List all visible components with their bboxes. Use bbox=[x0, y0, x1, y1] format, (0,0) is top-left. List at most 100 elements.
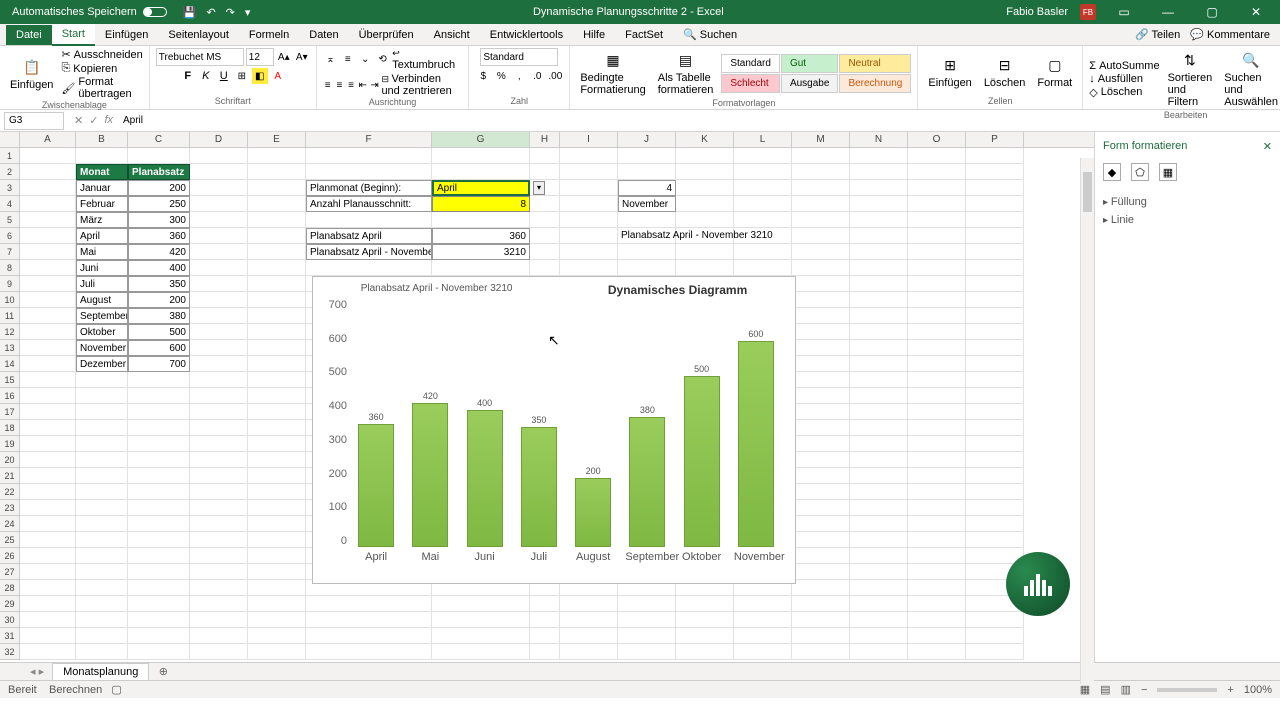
cell-N26[interactable] bbox=[850, 548, 908, 564]
cell-N28[interactable] bbox=[850, 580, 908, 596]
cell-O3[interactable] bbox=[908, 180, 966, 196]
bar-Juni[interactable] bbox=[467, 410, 503, 547]
cell-C19[interactable] bbox=[128, 436, 190, 452]
cell-O18[interactable] bbox=[908, 420, 966, 436]
cell-A13[interactable] bbox=[20, 340, 76, 356]
row-header-4[interactable]: 4 bbox=[0, 196, 20, 212]
cell-P12[interactable] bbox=[966, 324, 1024, 340]
cell-A20[interactable] bbox=[20, 452, 76, 468]
cell-E5[interactable] bbox=[248, 212, 306, 228]
tab-seitenlayout[interactable]: Seitenlayout bbox=[158, 25, 239, 45]
cell-M15[interactable] bbox=[792, 372, 850, 388]
cell-J2[interactable] bbox=[618, 164, 676, 180]
view-normal-icon[interactable]: ▦ bbox=[1080, 683, 1090, 696]
cell-H8[interactable] bbox=[530, 260, 560, 276]
cell-D19[interactable] bbox=[190, 436, 248, 452]
paste-button[interactable]: 📋Einfügen bbox=[6, 55, 57, 93]
tab-factset[interactable]: FactSet bbox=[615, 25, 673, 45]
cell-D28[interactable] bbox=[190, 580, 248, 596]
cell-A15[interactable] bbox=[20, 372, 76, 388]
cell-H1[interactable] bbox=[530, 148, 560, 164]
orientation-icon[interactable]: ⟲ bbox=[375, 52, 390, 68]
cell-P10[interactable] bbox=[966, 292, 1024, 308]
fx-icon[interactable]: fx bbox=[104, 114, 113, 127]
cell-L7[interactable] bbox=[734, 244, 792, 260]
select-all-corner[interactable] bbox=[0, 132, 20, 147]
cell-B12[interactable]: Oktober bbox=[76, 324, 128, 340]
cell-N15[interactable] bbox=[850, 372, 908, 388]
cell-D1[interactable] bbox=[190, 148, 248, 164]
cell-N29[interactable] bbox=[850, 596, 908, 612]
cell-B22[interactable] bbox=[76, 484, 128, 500]
cell-M24[interactable] bbox=[792, 516, 850, 532]
style-gut[interactable]: Gut bbox=[781, 54, 838, 73]
cell-C22[interactable] bbox=[128, 484, 190, 500]
cell-styles-gallery[interactable]: Standard Gut Neutral Schlecht Ausgabe Be… bbox=[721, 54, 911, 93]
cell-M32[interactable] bbox=[792, 644, 850, 660]
cell-O26[interactable] bbox=[908, 548, 966, 564]
cell-A2[interactable] bbox=[20, 164, 76, 180]
macro-record-icon[interactable]: ▢ bbox=[111, 684, 121, 696]
cell-B28[interactable] bbox=[76, 580, 128, 596]
cell-G4[interactable]: 8 bbox=[432, 196, 530, 212]
indent-decrease-icon[interactable]: ⇤ bbox=[358, 77, 368, 93]
tab-ansicht[interactable]: Ansicht bbox=[424, 25, 480, 45]
cell-J3[interactable]: 4 bbox=[618, 180, 676, 196]
cell-L31[interactable] bbox=[734, 628, 792, 644]
cell-M26[interactable] bbox=[792, 548, 850, 564]
col-header-L[interactable]: L bbox=[734, 132, 792, 147]
cell-F5[interactable] bbox=[306, 212, 432, 228]
cell-E8[interactable] bbox=[248, 260, 306, 276]
sort-filter-button[interactable]: ⇅Sortieren und Filtern bbox=[1164, 48, 1217, 110]
cell-K7[interactable] bbox=[676, 244, 734, 260]
border-button[interactable]: ⊞ bbox=[234, 68, 250, 84]
cell-A32[interactable] bbox=[20, 644, 76, 660]
cell-A4[interactable] bbox=[20, 196, 76, 212]
cell-F3[interactable]: Planmonat (Beginn): bbox=[306, 180, 432, 196]
cell-D3[interactable] bbox=[190, 180, 248, 196]
cell-O8[interactable] bbox=[908, 260, 966, 276]
autosum-button[interactable]: Σ AutoSumme bbox=[1089, 60, 1159, 72]
cell-F30[interactable] bbox=[306, 612, 432, 628]
cell-A9[interactable] bbox=[20, 276, 76, 292]
cell-E32[interactable] bbox=[248, 644, 306, 660]
bar-Oktober[interactable] bbox=[684, 376, 720, 547]
cell-J4[interactable]: November bbox=[618, 196, 676, 212]
cell-M12[interactable] bbox=[792, 324, 850, 340]
row-header-10[interactable]: 10 bbox=[0, 292, 20, 308]
bar-August[interactable] bbox=[575, 478, 611, 547]
cell-G3[interactable]: April bbox=[432, 180, 530, 196]
cell-D2[interactable] bbox=[190, 164, 248, 180]
decrease-font-icon[interactable]: A▾ bbox=[294, 49, 310, 65]
cell-H2[interactable] bbox=[530, 164, 560, 180]
cell-G29[interactable] bbox=[432, 596, 530, 612]
style-standard[interactable]: Standard bbox=[721, 54, 780, 73]
cell-N23[interactable] bbox=[850, 500, 908, 516]
cell-D5[interactable] bbox=[190, 212, 248, 228]
cell-M3[interactable] bbox=[792, 180, 850, 196]
indent-increase-icon[interactable]: ⇥ bbox=[370, 77, 380, 93]
cell-E9[interactable] bbox=[248, 276, 306, 292]
cell-O32[interactable] bbox=[908, 644, 966, 660]
cell-M9[interactable] bbox=[792, 276, 850, 292]
clear-button[interactable]: ◇ Löschen bbox=[1089, 86, 1159, 99]
cell-D17[interactable] bbox=[190, 404, 248, 420]
cell-B16[interactable] bbox=[76, 388, 128, 404]
cell-P16[interactable] bbox=[966, 388, 1024, 404]
cell-A5[interactable] bbox=[20, 212, 76, 228]
cell-P4[interactable] bbox=[966, 196, 1024, 212]
cell-B3[interactable]: Januar bbox=[76, 180, 128, 196]
vertical-scrollbar[interactable] bbox=[1080, 158, 1094, 684]
font-name-select[interactable] bbox=[156, 48, 244, 66]
kommentare-button[interactable]: 💬 Kommentare bbox=[1190, 28, 1270, 41]
wrap-text-button[interactable]: ↩ Textumbruch bbox=[392, 48, 462, 71]
copy-button[interactable]: ⎘ Kopieren bbox=[61, 62, 142, 75]
col-header-O[interactable]: O bbox=[908, 132, 966, 147]
insert-cells-button[interactable]: ⊞Einfügen bbox=[924, 53, 975, 91]
cell-G30[interactable] bbox=[432, 612, 530, 628]
cell-G5[interactable] bbox=[432, 212, 530, 228]
cell-O16[interactable] bbox=[908, 388, 966, 404]
cell-D7[interactable] bbox=[190, 244, 248, 260]
section-fuellung[interactable]: ▸ Füllung bbox=[1103, 193, 1272, 211]
teilen-button[interactable]: 🔗 Teilen bbox=[1135, 28, 1180, 41]
